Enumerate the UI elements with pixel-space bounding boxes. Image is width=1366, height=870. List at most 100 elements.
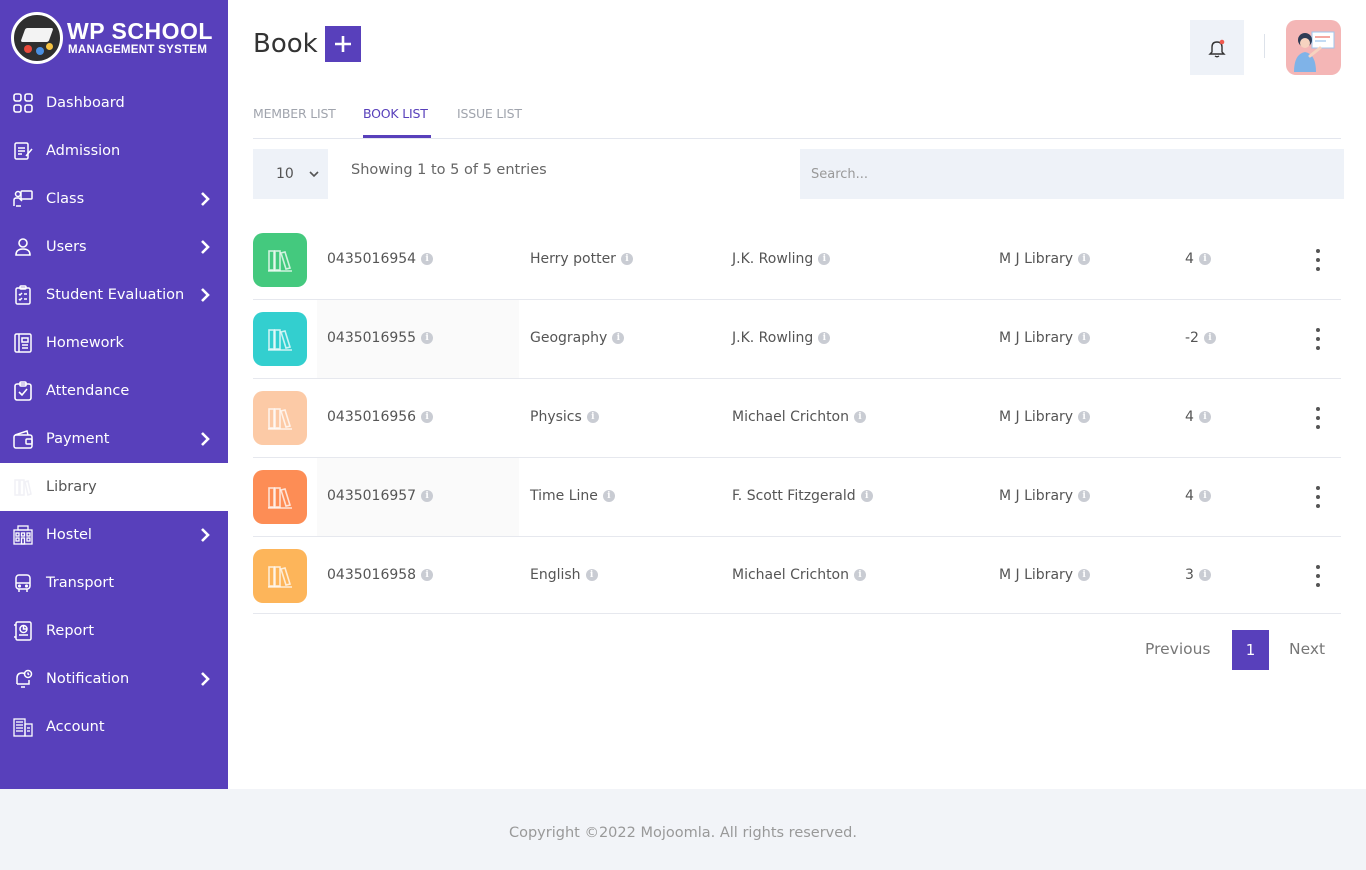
book-isbn-cell: 0435016957 i: [327, 488, 434, 504]
info-icon[interactable]: i: [854, 411, 866, 423]
hostel-icon: [12, 525, 33, 546]
sidebar-item-report[interactable]: Report: [0, 607, 228, 655]
info-icon[interactable]: i: [818, 332, 831, 344]
info-icon[interactable]: i: [1198, 253, 1211, 265]
book-icon: [253, 470, 307, 524]
info-icon[interactable]: i: [1198, 569, 1211, 581]
info-icon[interactable]: i: [1198, 490, 1211, 502]
row-actions-menu-icon[interactable]: [1310, 486, 1326, 508]
book-title: Geography: [530, 330, 608, 346]
book-library: M J Library: [999, 488, 1074, 504]
sidebar-item-label: Library: [46, 479, 97, 495]
report-icon: [12, 621, 33, 642]
logo-subtitle: MANAGEMENT SYSTEM: [68, 44, 208, 56]
notification-icon: [12, 669, 33, 690]
info-icon[interactable]: i: [1203, 332, 1216, 344]
book-isbn: 0435016954: [327, 251, 417, 267]
info-icon[interactable]: i: [854, 569, 866, 581]
info-icon[interactable]: i: [421, 332, 434, 344]
info-icon[interactable]: i: [421, 253, 434, 265]
copyright-text: Copyright ©2022 Mojoomla. All rights res…: [508, 825, 857, 841]
tab-member-list[interactable]: MEMBER LIST: [253, 106, 336, 121]
book-library-cell: M J Library i: [999, 567, 1091, 583]
sidebar-item-hostel[interactable]: Hostel: [0, 511, 228, 559]
info-icon[interactable]: i: [860, 490, 873, 502]
account-icon: [12, 717, 33, 738]
book-quantity: 4: [1185, 409, 1194, 425]
row-actions-menu-icon[interactable]: [1310, 565, 1326, 587]
book-library: M J Library: [999, 330, 1074, 346]
sidebar-item-dashboard[interactable]: Dashboard: [0, 79, 228, 127]
book-quantity: 3: [1185, 567, 1194, 583]
sidebar-item-label: Attendance: [46, 383, 130, 399]
tab-issue-list[interactable]: ISSUE LIST: [457, 106, 522, 121]
sidebar-item-library[interactable]: Library: [0, 463, 228, 511]
tab-book-list[interactable]: BOOK LIST: [363, 106, 428, 121]
info-icon[interactable]: i: [1078, 253, 1091, 265]
info-icon[interactable]: i: [585, 569, 598, 581]
notifications-button[interactable]: [1190, 20, 1244, 75]
info-icon[interactable]: i: [818, 253, 831, 265]
sidebar-item-users[interactable]: Users: [0, 223, 228, 271]
logo[interactable]: WP SCHOOL MANAGEMENT SYSTEM: [11, 12, 213, 64]
sidebar-item-transport[interactable]: Transport: [0, 559, 228, 607]
info-icon[interactable]: i: [620, 253, 633, 265]
sidebar-item-class[interactable]: Class: [0, 175, 228, 223]
book-library: M J Library: [999, 409, 1074, 425]
row-actions-menu-icon[interactable]: [1310, 249, 1326, 271]
logo-badge-icon: [11, 12, 63, 64]
add-book-button[interactable]: [325, 26, 361, 62]
sidebar-item-label: Payment: [46, 431, 110, 447]
book-author: Michael Crichton: [732, 409, 849, 425]
page-size-select[interactable]: 10: [253, 149, 328, 199]
search-input[interactable]: Search...: [800, 149, 1344, 199]
book-isbn: 0435016956: [327, 409, 417, 425]
sidebar-item-account[interactable]: Account: [0, 703, 228, 751]
sidebar-item-admission[interactable]: Admission: [0, 127, 228, 175]
info-icon[interactable]: i: [421, 490, 434, 502]
info-icon[interactable]: i: [421, 569, 434, 581]
info-icon[interactable]: i: [602, 490, 615, 502]
book-author: Michael Crichton: [732, 567, 849, 583]
sidebar-item-payment[interactable]: Payment: [0, 415, 228, 463]
sidebar-item-attendance[interactable]: Attendance: [0, 367, 228, 415]
book-title: English: [530, 567, 581, 583]
info-icon[interactable]: i: [612, 332, 625, 344]
active-tab-indicator: [363, 135, 431, 138]
sidebar-item-student-evaluation[interactable]: Student Evaluation: [0, 271, 228, 319]
user-avatar[interactable]: [1286, 20, 1341, 75]
book-title-cell: Time Line i: [530, 488, 615, 504]
book-author: F. Scott Fitzgerald: [732, 488, 856, 504]
book-author-cell: Michael Crichton i: [732, 409, 866, 425]
book-title-cell: Herry potter i: [530, 251, 633, 267]
sidebar-item-label: Transport: [46, 575, 115, 591]
row-actions-menu-icon[interactable]: [1310, 407, 1326, 429]
row-actions-menu-icon[interactable]: [1310, 328, 1326, 350]
previous-page-button[interactable]: Previous: [1145, 640, 1211, 658]
sidebar-item-homework[interactable]: Homework: [0, 319, 228, 367]
info-icon[interactable]: i: [1078, 411, 1091, 423]
book-library-cell: M J Library i: [999, 488, 1091, 504]
book-isbn: 0435016957: [327, 488, 417, 504]
sidebar: WP SCHOOL MANAGEMENT SYSTEM Dashboard Ad…: [0, 0, 228, 789]
admission-icon: [12, 141, 33, 162]
info-icon[interactable]: i: [1078, 332, 1091, 344]
book-icon: [253, 549, 307, 603]
page-1-button[interactable]: 1: [1232, 630, 1269, 670]
book-library: M J Library: [999, 567, 1074, 583]
book-library-cell: M J Library i: [999, 330, 1091, 346]
search-placeholder: Search...: [811, 166, 869, 182]
page-size-value: 10: [276, 166, 294, 182]
info-icon[interactable]: i: [586, 411, 599, 423]
info-icon[interactable]: i: [1198, 411, 1211, 423]
attendance-icon: [12, 381, 33, 402]
info-icon[interactable]: i: [421, 411, 434, 423]
next-page-button[interactable]: Next: [1289, 640, 1325, 658]
info-icon[interactable]: i: [1078, 569, 1091, 581]
sidebar-item-label: Report: [46, 623, 95, 639]
info-icon[interactable]: i: [1078, 490, 1091, 502]
sidebar-item-notification[interactable]: Notification: [0, 655, 228, 703]
book-quantity-cell: 4i: [1185, 488, 1211, 504]
class-icon: [12, 189, 33, 210]
book-isbn: 0435016955: [327, 330, 417, 346]
